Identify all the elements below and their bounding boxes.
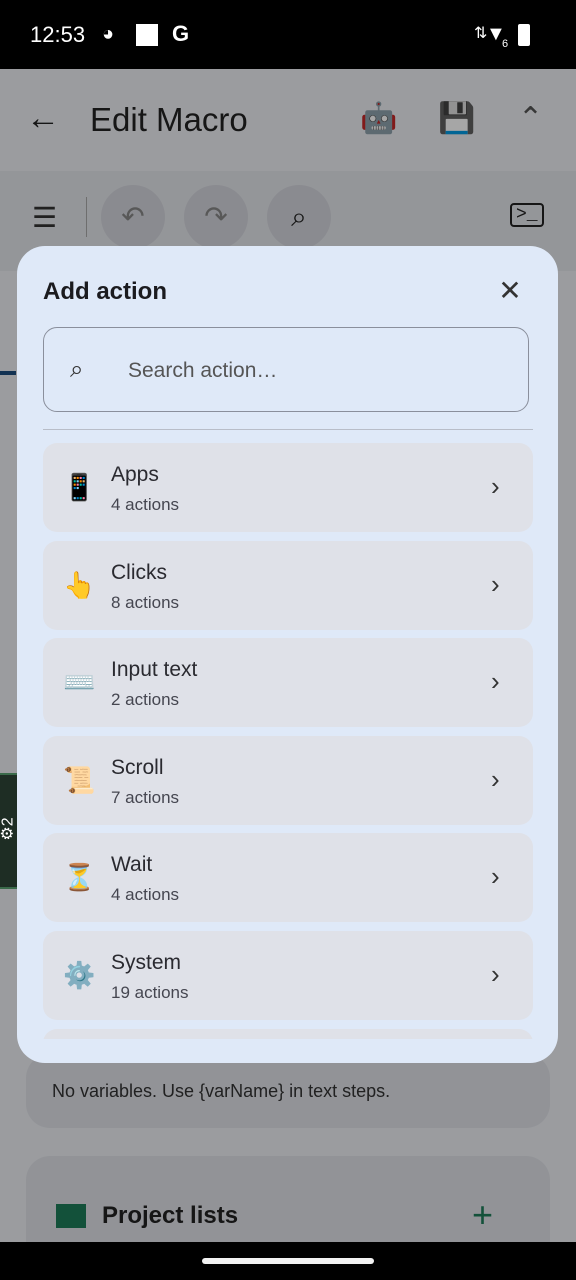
- home-gesture-pill[interactable]: [202, 1258, 374, 1264]
- keyboard-icon: ⌨️: [63, 667, 96, 697]
- category-label: Scroll: [111, 756, 164, 779]
- category-count: 8 actions: [111, 593, 180, 612]
- chevron-right-icon: ›: [491, 666, 500, 696]
- google-icon: G: [172, 21, 190, 46]
- status-time: 12:53: [30, 22, 86, 47]
- square-icon: [136, 24, 158, 46]
- category-label: Apps: [111, 463, 159, 486]
- dialog-title: Add action: [43, 278, 167, 305]
- system-nav-bar: [0, 1242, 576, 1280]
- category-label: Wait: [111, 853, 153, 876]
- close-icon[interactable]: ✕: [495, 276, 525, 306]
- category-label: Clicks: [111, 561, 167, 584]
- status-bar: 12:53 ◕ G ⇅ ▼ 6: [0, 0, 576, 69]
- category-label: Input text: [111, 658, 198, 681]
- hourglass-icon: ⏳: [63, 862, 96, 892]
- divider: [43, 429, 533, 430]
- category-count: 7 actions: [111, 788, 180, 807]
- add-action-dialog: Add action ✕ ⌕ 📱 Apps 4 actions › 👆 Clic…: [17, 246, 558, 1063]
- scroll-icon: 📜: [63, 765, 96, 795]
- chevron-right-icon: ›: [491, 959, 500, 989]
- side-tab-label: ⚙2: [0, 817, 17, 841]
- search-input[interactable]: [126, 354, 510, 388]
- chevron-right-icon: ›: [491, 861, 500, 891]
- gear-icon: ⚙️: [63, 960, 96, 990]
- chevron-right-icon: ›: [491, 764, 500, 794]
- category-row-wait[interactable]: ⏳ Wait 4 actions ›: [43, 833, 533, 922]
- github-icon: ◕: [102, 23, 115, 45]
- category-label: System: [111, 951, 182, 974]
- chevron-right-icon: ›: [491, 471, 500, 501]
- wifi-label: 6: [502, 38, 509, 50]
- battery-charging-icon: [518, 24, 530, 46]
- chevron-right-icon: ›: [491, 569, 500, 599]
- phone-icon: 📱: [63, 472, 96, 502]
- category-count: 4 actions: [111, 495, 180, 514]
- category-row-system[interactable]: ⚙️ System 19 actions ›: [43, 931, 533, 1020]
- category-row-partial[interactable]: [43, 1029, 533, 1039]
- category-row-clicks[interactable]: 👆 Clicks 8 actions ›: [43, 541, 533, 630]
- pointing-hand-icon: 👆: [63, 570, 96, 600]
- category-count: 4 actions: [111, 885, 180, 904]
- category-row-input-text[interactable]: ⌨️ Input text 2 actions ›: [43, 638, 533, 727]
- search-field[interactable]: ⌕: [43, 327, 529, 412]
- category-row-scroll[interactable]: 📜 Scroll 7 actions ›: [43, 736, 533, 825]
- category-row-apps[interactable]: 📱 Apps 4 actions ›: [43, 443, 533, 532]
- category-count: 2 actions: [111, 690, 180, 709]
- category-list: 📱 Apps 4 actions › 👆 Clicks 8 actions › …: [43, 443, 533, 1039]
- category-count: 19 actions: [111, 983, 189, 1002]
- search-icon: ⌕: [70, 356, 84, 383]
